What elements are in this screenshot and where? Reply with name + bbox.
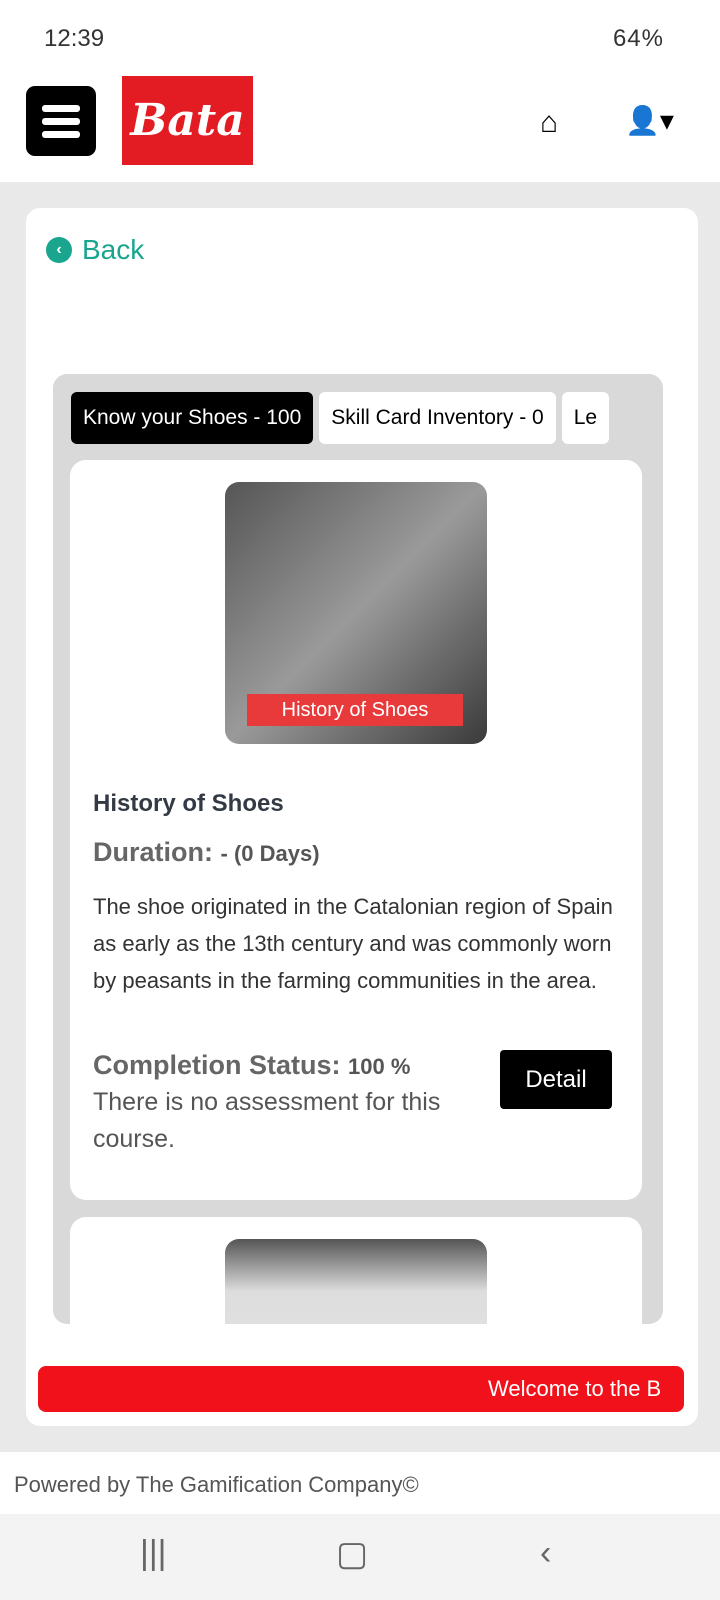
completion-status: Completion Status: 100 % xyxy=(93,1050,410,1081)
marquee-text: Welcome to the B xyxy=(488,1376,662,1401)
battery-level: 64% xyxy=(612,25,664,52)
duration-value: - (0 Days) xyxy=(220,841,320,866)
home-button-icon[interactable]: ▢ xyxy=(336,1534,368,1574)
duration: Duration: - (0 Days) xyxy=(93,837,320,868)
tab-partial[interactable]: Le xyxy=(561,392,610,444)
home-icon[interactable]: ⌂ xyxy=(540,106,558,140)
back-link[interactable]: ‹ Back xyxy=(46,234,144,266)
course-image xyxy=(225,1239,487,1324)
course-card-next xyxy=(70,1217,642,1324)
course-title: History of Shoes xyxy=(93,790,284,817)
status-bar: 12:39 64% xyxy=(0,0,720,70)
header: Bata ⌂ 👤▾ xyxy=(0,70,720,182)
completion-label: Completion Status: xyxy=(93,1050,341,1080)
tab-bar[interactable]: Know your Shoes - 100 Skill Card Inventor… xyxy=(71,392,615,444)
android-nav-bar: ||| ▢ ‹ xyxy=(0,1514,720,1600)
footer: Powered by The Gamification Company© xyxy=(0,1452,720,1514)
course-tabs-panel: Know your Shoes - 100 Skill Card Inventor… xyxy=(53,374,663,1324)
welcome-marquee: Welcome to the B xyxy=(38,1366,684,1412)
course-image: History of Shoes xyxy=(225,482,487,744)
tab-know-your-shoes[interactable]: Know your Shoes - 100 xyxy=(71,392,314,444)
user-menu-icon[interactable]: 👤▾ xyxy=(625,104,674,137)
hamburger-menu-button[interactable] xyxy=(26,86,96,156)
completion-value: 100 % xyxy=(348,1054,411,1079)
recent-apps-icon[interactable]: ||| xyxy=(140,1534,167,1573)
course-description: The shoe originated in the Catalonian re… xyxy=(93,894,613,993)
back-label: Back xyxy=(82,234,145,265)
main-panel: ‹ Back Know your Shoes - 100 Skill Card I… xyxy=(26,208,698,1426)
duration-label: Duration: xyxy=(93,837,213,867)
tab-skill-card-inventory[interactable]: Skill Card Inventory - 0 xyxy=(319,392,556,444)
course-card: History of Shoes History of Shoes Durati… xyxy=(70,460,642,1200)
clock: 12:39 xyxy=(44,25,105,52)
back-nav-icon[interactable]: ‹ xyxy=(540,1534,551,1573)
bata-logo[interactable]: Bata xyxy=(122,76,253,165)
chevron-left-icon: ‹ xyxy=(46,237,72,263)
detail-button[interactable]: Detail xyxy=(500,1050,612,1109)
course-image-label: History of Shoes xyxy=(247,694,463,726)
assessment-note: There is no assessment for this course. xyxy=(93,1088,441,1153)
